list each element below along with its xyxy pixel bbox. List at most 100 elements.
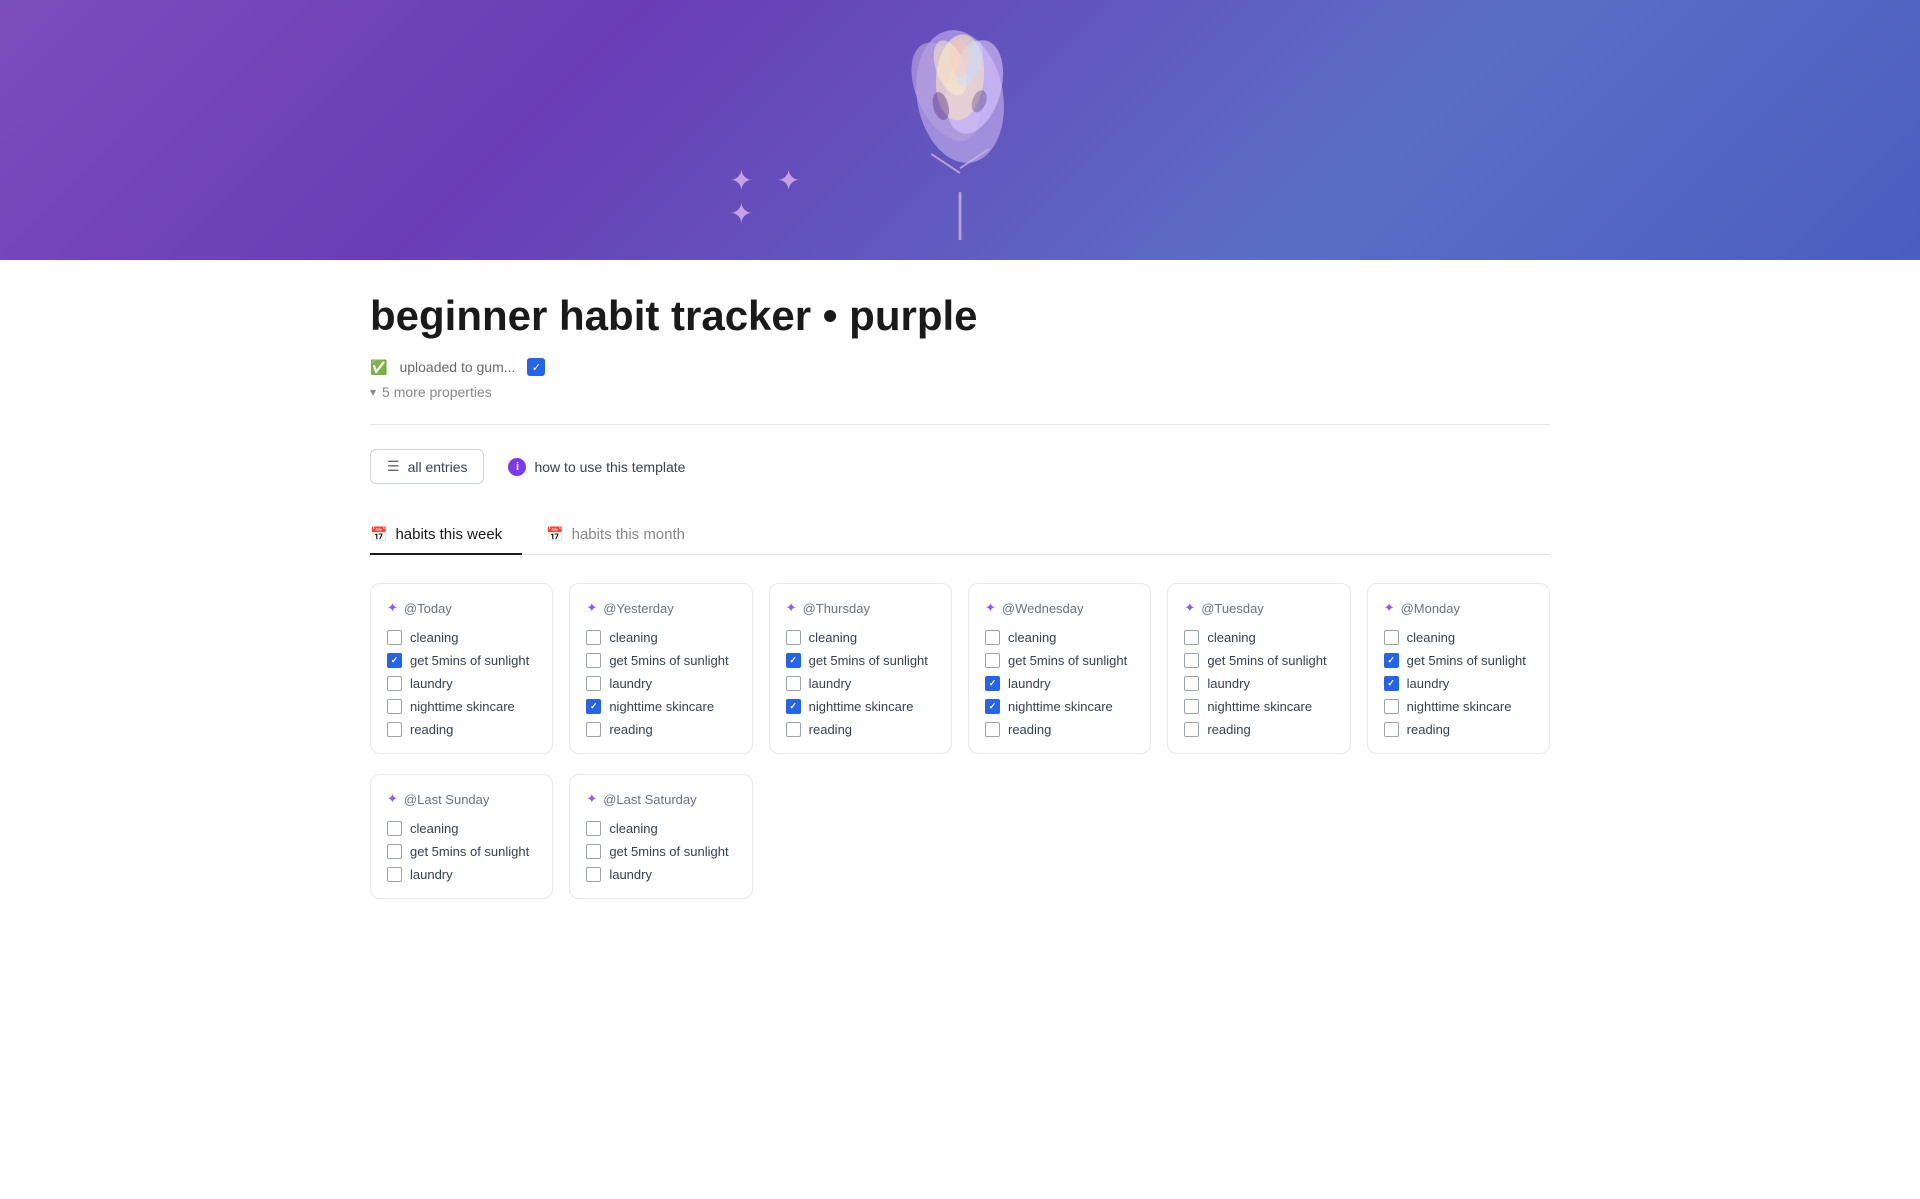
habit-label: reading [809, 722, 852, 737]
habit-checkbox[interactable] [1184, 653, 1199, 668]
sparkle-icon: ✦ [1184, 600, 1195, 616]
sparkle-icon: ✦ [586, 791, 597, 807]
habit-checkbox[interactable] [1184, 699, 1199, 714]
day-card-today: ✦@Todaycleaningget 5mins of sunlightlaun… [370, 583, 553, 754]
habit-checkbox[interactable] [586, 699, 601, 714]
habit-label: reading [1407, 722, 1450, 737]
habit-item: cleaning [985, 630, 1134, 645]
habit-label: nighttime skincare [809, 699, 914, 714]
calendar-month-icon: 📅 [546, 526, 563, 543]
habit-checkbox[interactable] [387, 630, 402, 645]
habit-checkbox[interactable] [586, 867, 601, 882]
tab-habits-week[interactable]: 📅 habits this week [370, 516, 522, 555]
sparkle-icon: ✦ [586, 600, 597, 616]
how-to-button[interactable]: i how to use this template [508, 458, 685, 476]
more-properties-label: 5 more properties [382, 384, 492, 400]
habit-item: cleaning [586, 630, 735, 645]
tab-habits-month-label: habits this month [572, 526, 685, 543]
habit-checkbox[interactable] [985, 676, 1000, 691]
habit-checkbox[interactable] [387, 699, 402, 714]
habit-label: reading [410, 722, 453, 737]
habit-label: reading [609, 722, 652, 737]
habit-label: laundry [410, 867, 453, 882]
tab-habits-month[interactable]: 📅 habits this month [546, 516, 705, 555]
habit-checkbox[interactable] [586, 821, 601, 836]
habit-checkbox[interactable] [786, 653, 801, 668]
habit-checkbox[interactable] [1184, 676, 1199, 691]
habit-label: laundry [1207, 676, 1250, 691]
habit-checkbox[interactable] [387, 867, 402, 882]
habit-checkbox[interactable] [1184, 722, 1199, 737]
habit-checkbox[interactable] [1384, 630, 1399, 645]
habit-checkbox[interactable] [1384, 722, 1399, 737]
habit-checkbox[interactable] [786, 699, 801, 714]
day-header-text-yesterday: @Yesterday [603, 601, 674, 616]
habit-item: reading [586, 722, 735, 737]
habit-item: laundry [1184, 676, 1333, 691]
habit-label: nighttime skincare [410, 699, 515, 714]
day-card-yesterday: ✦@Yesterdaycleaningget 5mins of sunlight… [569, 583, 752, 754]
habit-checkbox[interactable] [1384, 676, 1399, 691]
habit-label: cleaning [609, 821, 657, 836]
habit-label: get 5mins of sunlight [410, 844, 529, 859]
habit-item: nighttime skincare [586, 699, 735, 714]
sparkle-icon: ✦ [985, 600, 996, 616]
habit-checkbox[interactable] [586, 630, 601, 645]
habit-label: get 5mins of sunlight [410, 653, 529, 668]
property-row-uploaded: ✅ uploaded to gum... ✓ [370, 358, 1550, 376]
all-entries-label: all entries [408, 459, 468, 475]
habit-item: laundry [586, 867, 735, 882]
day-card-last-saturday: ✦@Last Saturdaycleaningget 5mins of sunl… [569, 774, 752, 899]
habit-checkbox[interactable] [387, 722, 402, 737]
chevron-down-icon: ▾ [370, 385, 376, 399]
habit-item: get 5mins of sunlight [1384, 653, 1533, 668]
actions-row: ☰ all entries i how to use this template [370, 449, 1550, 484]
habit-checkbox[interactable] [985, 653, 1000, 668]
day-header-last-sunday: ✦@Last Sunday [387, 791, 536, 807]
habit-label: nighttime skincare [609, 699, 714, 714]
habit-label: cleaning [809, 630, 857, 645]
habit-item: nighttime skincare [985, 699, 1134, 714]
habit-item: cleaning [1384, 630, 1533, 645]
all-entries-button[interactable]: ☰ all entries [370, 449, 484, 484]
habit-checkbox[interactable] [786, 676, 801, 691]
more-properties-toggle[interactable]: ▾ 5 more properties [370, 384, 1550, 400]
habit-checkbox[interactable] [586, 722, 601, 737]
uploaded-checkbox[interactable]: ✓ [527, 358, 545, 376]
habit-checkbox[interactable] [1384, 699, 1399, 714]
day-header-text-thursday: @Thursday [803, 601, 870, 616]
habit-checkbox[interactable] [1384, 653, 1399, 668]
day-header-last-saturday: ✦@Last Saturday [586, 791, 735, 807]
habit-checkbox[interactable] [985, 722, 1000, 737]
habit-checkbox[interactable] [586, 844, 601, 859]
day-card-monday: ✦@Mondaycleaningget 5mins of sunlightlau… [1367, 583, 1550, 754]
sparkle-icon: ✦ [786, 600, 797, 616]
sparkle-icon: ✦ [387, 600, 398, 616]
habit-checkbox[interactable] [786, 630, 801, 645]
habit-checkbox[interactable] [586, 676, 601, 691]
divider [370, 424, 1550, 425]
habit-label: cleaning [1407, 630, 1455, 645]
habit-checkbox[interactable] [786, 722, 801, 737]
habit-label: get 5mins of sunlight [1207, 653, 1326, 668]
habit-checkbox[interactable] [1184, 630, 1199, 645]
habit-checkbox[interactable] [586, 653, 601, 668]
habit-item: cleaning [387, 821, 536, 836]
habit-item: nighttime skincare [786, 699, 935, 714]
habit-item: reading [786, 722, 935, 737]
habit-item: laundry [786, 676, 935, 691]
checkmark-circle-icon: ✅ [370, 359, 387, 376]
habit-checkbox[interactable] [985, 630, 1000, 645]
days-grid-row2: ✦@Last Sunday cleaning get 5mins of sunlig… [370, 774, 1550, 899]
day-header-today: ✦@Today [387, 600, 536, 616]
habit-checkbox[interactable] [387, 676, 402, 691]
hero-banner: ✦ ✦✦ [0, 0, 1920, 260]
habit-checkbox[interactable] [387, 653, 402, 668]
habit-item: nighttime skincare [1184, 699, 1333, 714]
habit-checkbox[interactable] [387, 821, 402, 836]
page-content: beginner habit tracker • purple ✅ upload… [310, 292, 1610, 959]
habit-checkbox[interactable] [387, 844, 402, 859]
calendar-week-icon: 📅 [370, 526, 387, 543]
habit-checkbox[interactable] [985, 699, 1000, 714]
habit-item: nighttime skincare [1384, 699, 1533, 714]
